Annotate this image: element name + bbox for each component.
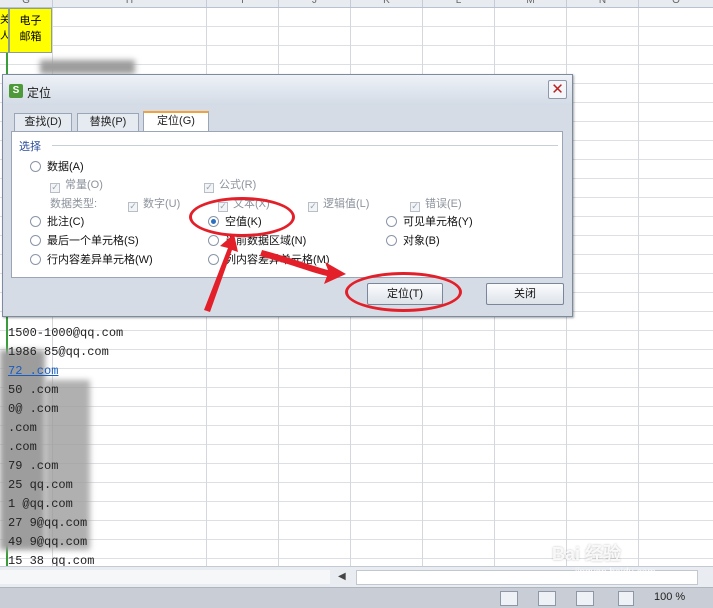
reading-mode-icon[interactable] <box>618 591 634 606</box>
status-bar: 100 % <box>0 587 713 608</box>
normal-view-icon[interactable] <box>500 591 518 606</box>
watermark-logo: Bai 经验 <box>552 544 622 564</box>
annotation-arrows <box>204 234 346 312</box>
scroll-left-icon[interactable]: ◀ <box>338 571 346 582</box>
zoom-level[interactable]: 100 % <box>654 591 685 603</box>
page-break-icon[interactable] <box>576 591 594 606</box>
arrow-icon <box>204 234 238 312</box>
page-layout-icon[interactable] <box>538 591 556 606</box>
arrow-icon <box>260 250 346 284</box>
watermark-url: jingyan.baidu.com <box>575 567 656 578</box>
sheet-tab-area <box>0 570 330 584</box>
